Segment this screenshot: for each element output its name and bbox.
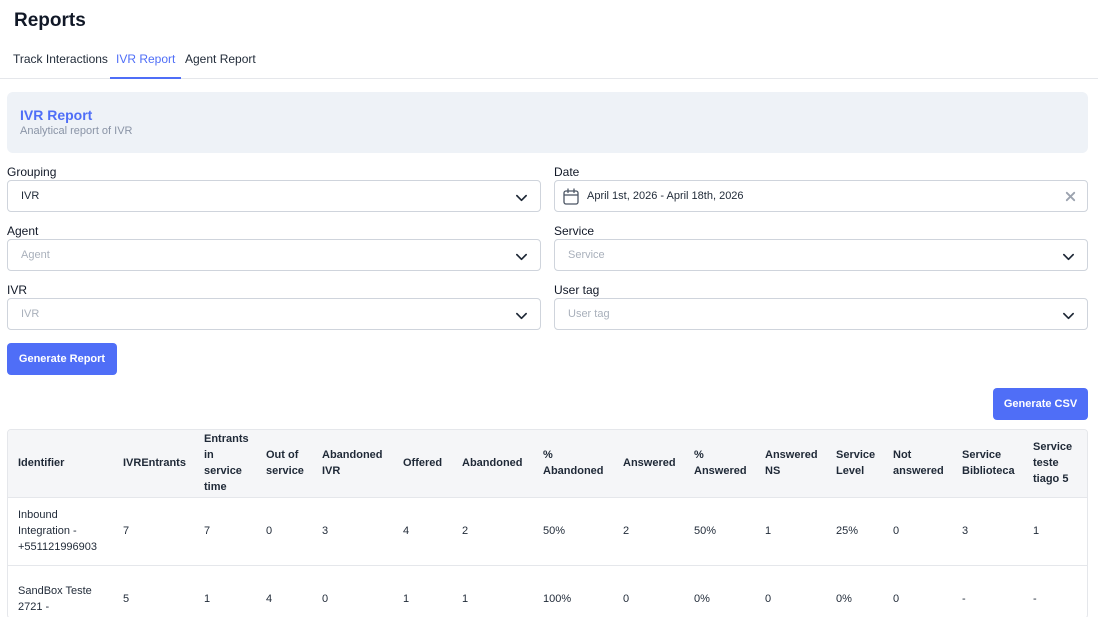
table-row: SandBox Teste 2721 - 5 1 4 0 1 1 100% 0 … (8, 564, 1087, 617)
clear-icon[interactable] (1064, 190, 1077, 203)
table-cell: 25% (826, 496, 883, 565)
column-header: Not answered (893, 449, 944, 478)
table-cell: 0 (883, 564, 952, 617)
user-tag-placeholder: User tag (568, 308, 610, 320)
report-header-banner: IVR Report Analytical report of IVR (7, 92, 1088, 153)
table-cell: - (1023, 564, 1087, 617)
column-header: Service teste tiago 5 (1033, 441, 1073, 486)
table-cell: 0 (755, 564, 826, 617)
table-row: Inbound Integration - +551121996903 7 7 … (8, 496, 1087, 565)
report-tabs: Track Interactions IVR Report Agent Repo… (0, 42, 1098, 79)
table-cell: 4 (393, 496, 452, 565)
tab-track-interactions[interactable]: Track Interactions (13, 52, 108, 79)
column-header: Out of service (266, 449, 304, 478)
table-cell: 0% (826, 564, 883, 617)
table-cell: 100% (533, 564, 613, 617)
calendar-icon (563, 188, 579, 205)
table-cell: 50% (533, 496, 613, 565)
table-cell: 7 (194, 496, 256, 565)
table-cell: 0 (883, 496, 952, 565)
table-cell: 1 (1023, 496, 1087, 565)
chevron-down-icon (1063, 253, 1074, 261)
column-header: Entrants in service time (204, 433, 249, 494)
page-title: Reports (14, 10, 86, 31)
table-cell: Inbound Integration - +551121996903 (8, 496, 113, 565)
column-header: Answered NS (765, 449, 818, 478)
table-cell: 1 (393, 564, 452, 617)
column-header: Abandoned (462, 457, 523, 470)
tab-ivr-report[interactable]: IVR Report (110, 52, 182, 79)
table-cell: 0 (256, 496, 312, 565)
table-cell: 0% (684, 564, 755, 617)
ivr-placeholder: IVR (21, 308, 40, 320)
column-header: IVREntrants (123, 457, 186, 470)
table-cell: 5 (113, 564, 194, 617)
table-cell: 3 (952, 496, 1023, 565)
date-range-picker[interactable]: April 1st, 2026 - April 18th, 2026 (554, 180, 1088, 212)
table-cell: 7 (113, 496, 194, 565)
ivr-select[interactable]: IVR (7, 298, 541, 330)
table-cell: SandBox Teste 2721 - (8, 564, 113, 617)
table-cell: 1 (755, 496, 826, 565)
banner-title: IVR Report (20, 107, 93, 123)
column-header: Offered (403, 457, 443, 470)
column-header: Abandoned IVR (322, 449, 383, 478)
chevron-down-icon (516, 312, 527, 320)
table-header-row: Identifier IVREntrants Entrants in servi… (8, 430, 1087, 497)
chevron-down-icon (516, 194, 527, 202)
table-cell: 0 (312, 564, 393, 617)
column-header: % Answered (694, 449, 747, 478)
ivr-label: IVR (7, 283, 28, 297)
column-header: Answered (623, 457, 676, 470)
chevron-down-icon (1063, 312, 1074, 320)
service-select[interactable]: Service (554, 239, 1088, 271)
generate-csv-button[interactable]: Generate CSV (993, 388, 1088, 420)
user-tag-label: User tag (554, 283, 600, 297)
agent-label: Agent (7, 224, 39, 238)
table-cell: 50% (684, 496, 755, 565)
table-cell: 2 (613, 496, 684, 565)
agent-placeholder: Agent (21, 249, 50, 261)
table-cell: 2 (452, 496, 533, 565)
date-range-value: April 1st, 2026 - April 18th, 2026 (587, 190, 744, 202)
grouping-label: Grouping (7, 165, 57, 179)
table-cell: 1 (194, 564, 256, 617)
service-label: Service (554, 224, 595, 238)
column-header: Identifier (18, 457, 65, 470)
user-tag-select[interactable]: User tag (554, 298, 1088, 330)
agent-select[interactable]: Agent (7, 239, 541, 271)
grouping-value: IVR (21, 190, 40, 202)
table-cell: - (952, 564, 1023, 617)
table-cell: 3 (312, 496, 393, 565)
table-cell: 0 (613, 564, 684, 617)
table-cell: 1 (452, 564, 533, 617)
date-label: Date (554, 165, 580, 179)
service-placeholder: Service (568, 249, 605, 261)
tab-agent-report[interactable]: Agent Report (185, 52, 256, 79)
grouping-select[interactable]: IVR (7, 180, 541, 212)
table-cell: 4 (256, 564, 312, 617)
column-header: Service Biblioteca (962, 449, 1015, 478)
ivr-report-table: Identifier IVREntrants Entrants in servi… (7, 429, 1088, 617)
column-header: Service Level (836, 449, 876, 478)
column-header: % Abandoned (543, 449, 604, 478)
banner-subtitle: Analytical report of IVR (20, 125, 133, 137)
generate-report-button[interactable]: Generate Report (7, 343, 117, 375)
chevron-down-icon (516, 253, 527, 261)
